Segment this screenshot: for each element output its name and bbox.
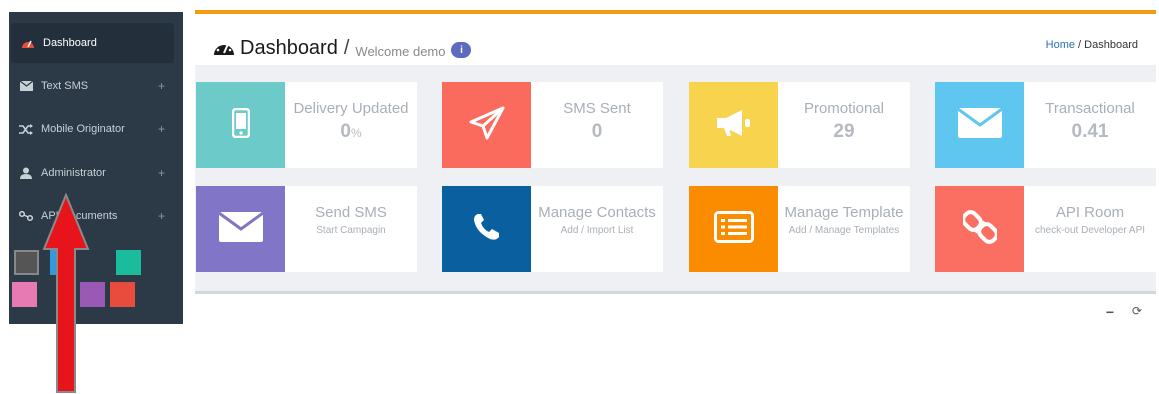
page-subtitle: Welcome demo: [355, 43, 446, 59]
content-panel: − ⟳: [195, 291, 1156, 325]
stat-label: SMS Sent: [563, 100, 631, 117]
stat-card-body: Transactional 0.41: [1024, 82, 1156, 168]
action-sublabel: Start Campagin: [316, 225, 386, 236]
sidebar-item-mobile-originator[interactable]: Mobile Originator +: [9, 109, 183, 149]
stat-number: 0: [340, 121, 351, 142]
stat-tile: [196, 82, 285, 168]
stat-card-delivery-updated[interactable]: Delivery Updated 0%: [196, 82, 417, 168]
sidebar-item-label: Text SMS: [41, 80, 89, 92]
stat-card-transactional[interactable]: Transactional 0.41: [935, 82, 1156, 168]
theme-swatch[interactable]: [14, 250, 39, 275]
refresh-button[interactable]: ⟳: [1132, 304, 1142, 318]
user-icon: [19, 166, 33, 180]
action-card-body: Manage Template Add / Manage Templates: [778, 186, 910, 272]
stat-label: Delivery Updated: [293, 100, 409, 117]
stat-card-body: Delivery Updated 0%: [285, 82, 417, 168]
stat-tile: [442, 82, 531, 168]
action-label: Manage Contacts: [538, 204, 656, 221]
stat-card-body: SMS Sent 0: [531, 82, 663, 168]
action-tile: [442, 186, 531, 272]
link-icon: [19, 209, 33, 223]
sidebar-item-dashboard[interactable]: Dashboard: [11, 23, 174, 63]
sidebar-item-label: Dashboard: [43, 37, 97, 49]
action-label: API Room: [1055, 204, 1125, 221]
action-card-body: Send SMS Start Campagin: [285, 186, 417, 272]
expand-plus-icon[interactable]: +: [158, 79, 165, 93]
stat-label: Promotional: [803, 100, 885, 117]
title-separator: /: [343, 36, 350, 59]
expand-plus-icon[interactable]: +: [158, 122, 165, 136]
envelope-icon: [19, 79, 33, 93]
action-card-api-room[interactable]: API Room check-out Developer API: [935, 186, 1156, 272]
action-card-manage-contacts[interactable]: Manage Contacts Add / Import List: [442, 186, 663, 272]
envelope-icon: [217, 211, 264, 248]
action-card-send-sms[interactable]: Send SMS Start Campagin: [196, 186, 417, 272]
action-sublabel: Add / Import List: [560, 225, 634, 236]
stat-value: 29: [833, 121, 855, 142]
expand-plus-icon[interactable]: +: [158, 166, 165, 180]
phone-icon: [472, 212, 502, 247]
stat-value: 0.41: [1071, 121, 1109, 142]
annotation-arrow-icon: [42, 193, 90, 393]
page-header: Dashboard / Welcome demo i Home / Dashbo…: [195, 31, 1156, 65]
action-tile: [196, 186, 285, 272]
stat-card-promotional[interactable]: Promotional 29: [689, 82, 910, 168]
expand-plus-icon[interactable]: +: [158, 209, 165, 223]
stat-tile: [689, 82, 778, 168]
stat-value: 0: [591, 121, 603, 142]
sidebar-item-label: Administrator: [41, 167, 106, 179]
breadcrumb: Home / Dashboard: [1046, 39, 1138, 51]
stat-card-sms-sent[interactable]: SMS Sent 0: [442, 82, 663, 168]
sidebar-top-strip: [9, 0, 183, 12]
stat-value: 0%: [285, 121, 417, 143]
breadcrumb-separator: /: [1075, 39, 1085, 51]
dashboard-gauge-icon: [21, 36, 35, 50]
action-label: Send SMS: [315, 204, 387, 221]
megaphone-icon: [714, 108, 754, 143]
paper-plane-icon: [469, 106, 505, 145]
minimize-button[interactable]: −: [1106, 304, 1114, 320]
theme-swatch[interactable]: [12, 282, 37, 307]
stat-card-body: Promotional 29: [778, 82, 910, 168]
sidebar-item-administrator[interactable]: Administrator +: [9, 153, 183, 193]
list-alt-icon: [713, 210, 754, 248]
stat-label: Transactional: [1045, 100, 1135, 117]
action-sublabel: check-out Developer API: [1034, 225, 1146, 236]
sidebar-item-label: Mobile Originator: [41, 123, 125, 135]
random-icon: [19, 122, 33, 136]
top-accent-bar: [195, 0, 1156, 14]
action-sublabel: Add / Manage Templates: [788, 225, 900, 236]
stat-unit: %: [350, 126, 362, 140]
mobile-phone-icon: [231, 107, 250, 143]
dashboard-gauge-icon: [213, 38, 235, 58]
action-tile: [935, 186, 1024, 272]
sidebar-item-api-documents[interactable]: API Documents +: [9, 196, 183, 236]
theme-swatch[interactable]: [116, 250, 141, 275]
breadcrumb-home-link[interactable]: Home: [1046, 39, 1075, 51]
action-tile: [689, 186, 778, 272]
action-card-manage-template[interactable]: Manage Template Add / Manage Templates: [689, 186, 910, 272]
action-card-body: API Room check-out Developer API: [1024, 186, 1156, 272]
stat-tile: [935, 82, 1024, 168]
envelope-icon: [956, 107, 1003, 144]
sidebar: Dashboard Text SMS + Mobile Originator +…: [9, 0, 183, 324]
chain-link-icon: [960, 209, 999, 249]
info-icon[interactable]: i: [451, 42, 472, 58]
sidebar-item-text-sms[interactable]: Text SMS +: [9, 66, 183, 106]
action-label: Manage Template: [784, 204, 904, 221]
page-title: Dashboard: [240, 36, 338, 59]
breadcrumb-current: Dashboard: [1084, 39, 1138, 51]
theme-swatch[interactable]: [110, 282, 135, 307]
action-card-body: Manage Contacts Add / Import List: [531, 186, 663, 272]
dashboard-page: Dashboard Text SMS + Mobile Originator +…: [0, 0, 1159, 394]
